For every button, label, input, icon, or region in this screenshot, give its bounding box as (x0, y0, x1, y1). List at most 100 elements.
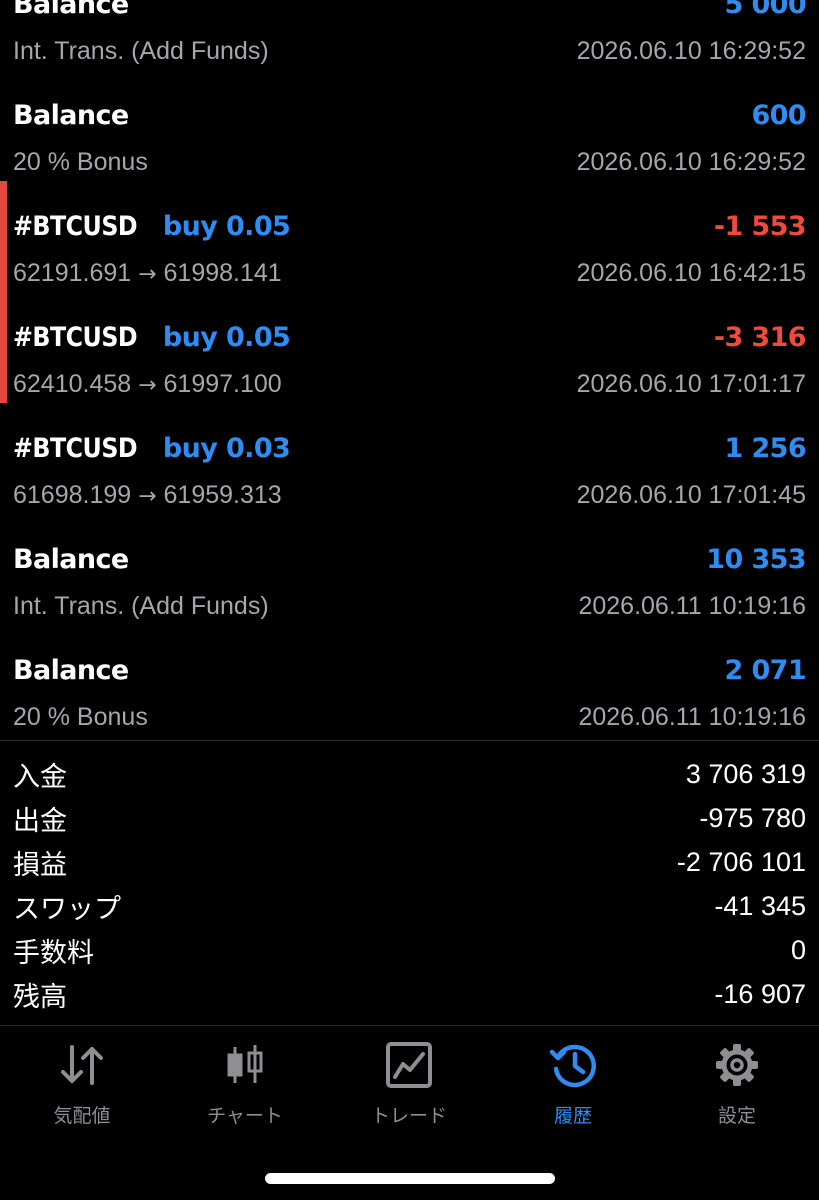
entry-detail-row: Int. Trans. (Add Funds) 2026.06.11 10:19:… (13, 592, 806, 624)
history-clock-icon (548, 1043, 598, 1088)
entry-description: Int. Trans. (Add Funds) (13, 592, 269, 620)
entry-header-row: Balance 2 071 (13, 655, 807, 695)
entry-header-row: Balance 5 000 (13, 0, 807, 29)
close-price: 61998.141 (163, 259, 282, 287)
summary-label: 入金 (13, 761, 67, 792)
trade-symbol: #BTCUSD (13, 211, 138, 242)
entry-title: Balance (13, 0, 129, 20)
entry-time: 2026.06.10 17:01:17 (576, 370, 806, 398)
close-price: 61997.100 (163, 370, 282, 398)
tab-trade[interactable]: トレード (327, 1027, 491, 1137)
history-summary: 入金 3 706 319 出金 -975 780 損益 -2 706 101 スワップ -41… (0, 740, 819, 1026)
tab-settings[interactable]: 設定 (655, 1027, 819, 1137)
summary-label: 手数料 (13, 937, 94, 968)
entry-description: Int. Trans. (Add Funds) (13, 37, 269, 65)
entry-description: 62191.691 → 61998.141 (13, 259, 282, 288)
entry-time: 2026.06.10 16:29:52 (576, 148, 806, 176)
balance-entry[interactable]: Balance 2 071 20 % Bonus 2026.06.11 10:19:1… (0, 625, 819, 736)
trade-symbol: #BTCUSD (13, 322, 138, 353)
trade-side-volume: buy 0.05 (162, 322, 291, 353)
trade-entry[interactable]: #BTCUSD buy 0.03 1 256 61698.199 → 61959.3… (0, 403, 819, 514)
entry-title: Balance (13, 100, 129, 131)
line-chart-icon (384, 1042, 434, 1088)
balance-entry[interactable]: Balance 5 000 Int. Trans. (Add Funds) 2026.… (0, 0, 819, 70)
trade-side-volume: buy 0.03 (162, 433, 291, 464)
arrow-right-icon: → (138, 484, 157, 509)
summary-row-swap: スワップ -41 345 (13, 884, 806, 928)
open-price: 62410.458 (13, 370, 132, 398)
summary-value: -41 345 (714, 890, 806, 921)
trade-side-volume: buy 0.05 (162, 211, 291, 242)
entry-header-row: #BTCUSD buy 0.03 1 256 (13, 433, 807, 473)
entry-description: 20 % Bonus (13, 148, 148, 176)
summary-row-commission: 手数料 0 (13, 928, 806, 972)
entry-amount: -1 553 (713, 211, 807, 242)
trade-entry[interactable]: #BTCUSD buy 0.05 -3 316 62410.458 → 61997.… (0, 292, 819, 403)
summary-value: 3 706 319 (685, 758, 806, 789)
balance-entry[interactable]: Balance 10 353 Int. Trans. (Add Funds) 2026… (0, 514, 819, 625)
entry-amount: -3 316 (713, 322, 807, 353)
open-price: 62191.691 (13, 259, 132, 287)
gear-icon (712, 1043, 762, 1087)
entry-description: 62410.458 → 61997.100 (13, 370, 282, 399)
open-price: 61698.199 (13, 481, 132, 509)
arrows-up-down-icon (57, 1043, 107, 1087)
entry-description: 61698.199 → 61959.313 (13, 481, 282, 510)
mt-history-screen: Balance 5 000 Int. Trans. (Add Funds) 2026.… (0, 0, 819, 1200)
entry-detail-row: Int. Trans. (Add Funds) 2026.06.10 16:29:… (13, 37, 806, 69)
summary-row-deposit: 入金 3 706 319 (13, 752, 806, 796)
entry-description: 20 % Bonus (13, 703, 148, 731)
entry-time: 2026.06.10 17:01:45 (576, 481, 806, 509)
candlestick-icon (220, 1043, 270, 1087)
home-indicator (265, 1173, 555, 1184)
entry-title: #BTCUSD buy 0.05 (13, 211, 291, 242)
entry-header-row: #BTCUSD buy 0.05 -3 316 (13, 322, 807, 362)
summary-value: -2 706 101 (676, 846, 806, 877)
entry-title: #BTCUSD buy 0.03 (13, 433, 291, 464)
entry-header-row: Balance 600 (13, 100, 807, 140)
entry-time: 2026.06.10 16:29:52 (576, 37, 806, 65)
summary-value: -975 780 (699, 802, 806, 833)
entry-amount: 2 071 (724, 655, 806, 686)
summary-row-profit: 損益 -2 706 101 (13, 840, 806, 884)
tab-chart[interactable]: チャート (163, 1027, 327, 1137)
summary-row-balance: 残高 -16 907 (13, 972, 806, 1016)
summary-label: スワップ (13, 893, 121, 924)
tab-history[interactable]: 履歴 (491, 1027, 655, 1137)
entry-time: 2026.06.10 16:42:15 (576, 259, 806, 287)
entry-detail-row: 20 % Bonus 2026.06.11 10:19:16 (13, 703, 806, 735)
entry-amount: 1 256 (724, 433, 806, 464)
summary-value: 0 (790, 934, 806, 965)
trade-entry[interactable]: #BTCUSD buy 0.05 -1 553 62191.691 → 61998.… (0, 181, 819, 292)
entry-detail-row: 62191.691 → 61998.141 2026.06.10 16:42:15 (13, 259, 806, 291)
tab-trade-label: トレード (370, 1105, 447, 1127)
entry-title: Balance (13, 655, 129, 686)
entry-amount: 10 353 (706, 544, 806, 575)
tab-quotes-label: 気配値 (53, 1105, 111, 1127)
trade-symbol: #BTCUSD (13, 433, 138, 464)
tab-settings-label: 設定 (717, 1105, 756, 1127)
entry-time: 2026.06.11 10:19:16 (578, 592, 806, 620)
summary-label: 残高 (13, 981, 67, 1012)
balance-entry[interactable]: Balance 600 20 % Bonus 2026.06.10 16:29:52 (0, 70, 819, 181)
entry-detail-row: 20 % Bonus 2026.06.10 16:29:52 (13, 148, 806, 180)
tab-history-label: 履歴 (553, 1105, 592, 1127)
entry-detail-row: 62410.458 → 61997.100 2026.06.10 17:01:17 (13, 370, 806, 402)
entry-time: 2026.06.11 10:19:16 (578, 703, 806, 731)
summary-value: -16 907 (714, 978, 806, 1009)
entry-header-row: Balance 10 353 (13, 544, 807, 584)
arrow-right-icon: → (138, 373, 157, 398)
entry-amount: 600 (751, 100, 806, 131)
entry-title: #BTCUSD buy 0.05 (13, 322, 291, 353)
summary-row-withdrawal: 出金 -975 780 (13, 796, 806, 840)
bottom-tab-bar: 気配値 チャート トレード 履歴 設定 (0, 1027, 819, 1137)
entry-title: Balance (13, 544, 129, 575)
arrow-right-icon: → (138, 262, 157, 287)
tab-quotes[interactable]: 気配値 (0, 1027, 164, 1137)
summary-label: 損益 (13, 849, 67, 880)
entry-detail-row: 61698.199 → 61959.313 2026.06.10 17:01:45 (13, 481, 806, 513)
tab-chart-label: チャート (207, 1105, 283, 1127)
summary-label: 出金 (13, 805, 67, 836)
entry-amount: 5 000 (724, 0, 806, 20)
entry-header-row: #BTCUSD buy 0.05 -1 553 (13, 211, 807, 251)
